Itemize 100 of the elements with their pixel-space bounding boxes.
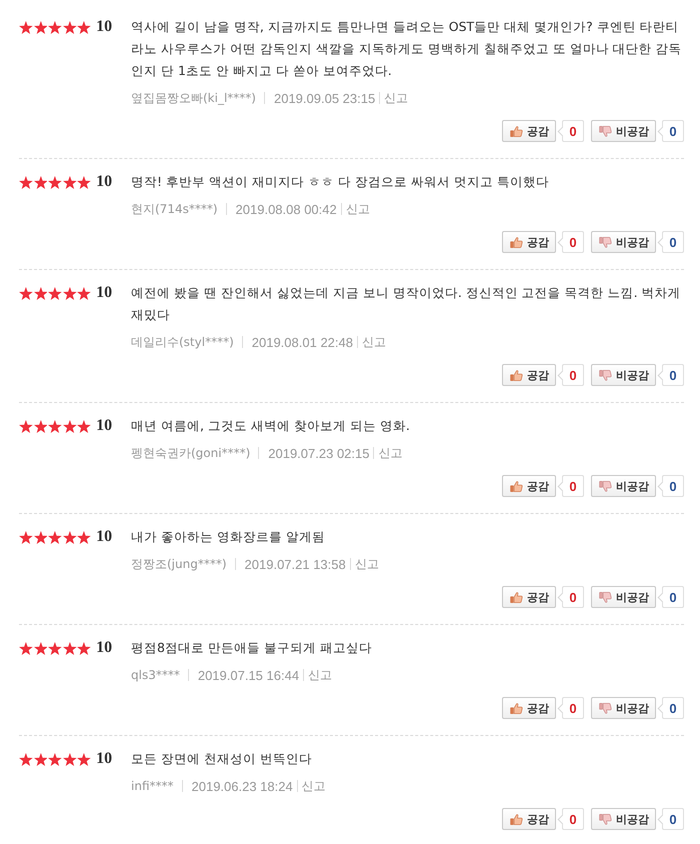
star-icon (19, 176, 33, 188)
review-date: 2019.08.08 00:42 (236, 202, 337, 216)
star-icon (48, 752, 62, 766)
star-icon (34, 642, 48, 654)
rating-score: 10 (96, 416, 112, 436)
thumbs-up-icon (510, 370, 523, 380)
rating-score: 10 (96, 283, 112, 303)
star-icon (77, 176, 92, 188)
star-icon (34, 420, 48, 432)
like-button[interactable]: 공감 (502, 697, 556, 719)
thumbs-down-icon (599, 236, 612, 248)
dislike-button[interactable]: 비공감 (591, 586, 656, 608)
thumbs-down-icon (599, 480, 612, 492)
review-date: 2019.07.23 02:15 (268, 446, 370, 460)
star-icon (19, 286, 33, 300)
author-name: 펭현숙권카(goni****) (131, 444, 250, 462)
like-button[interactable]: 공감 (502, 808, 556, 830)
dislike-count: 0 (657, 808, 684, 830)
review-text: 예전에 봤을 땐 잔인해서 싫었는데 지금 보니 명작이었다. 정신적인 고전을 목격한 느낌. 벅차게 재밌다 (131, 284, 682, 324)
dislike-count: 0 (657, 120, 684, 142)
star-icon (77, 286, 92, 300)
author-name: 옆집몸짱오빠(ki_l****) (131, 90, 256, 106)
like-count: 0 (557, 475, 584, 497)
star-icon (48, 530, 62, 544)
star-icon (62, 20, 77, 34)
dislike-count: 0 (657, 364, 684, 386)
like-button[interactable]: 공감 (502, 586, 556, 608)
review-date: 2019.09.05 23:15 (274, 90, 376, 106)
review-text: 내가 좋아하는 영화장르를 알게됨 (131, 528, 326, 546)
review-text: 평점8점대로 만든애들 불구되게 패고싶다 (131, 639, 373, 657)
dislike-count: 0 (657, 475, 684, 497)
dislike-button[interactable]: 비공감 (591, 364, 656, 386)
star-icon (77, 420, 92, 432)
thumbs-down-icon (599, 126, 612, 136)
review-date: 2019.06.23 18:24 (192, 778, 293, 794)
dislike-button[interactable]: 비공감 (591, 120, 656, 142)
review-date: 2019.07.15 16:44 (198, 668, 300, 682)
thumbs-down-icon (599, 370, 612, 380)
review-text: 매년 여름에, 그것도 새벽에 찾아보게 되는 영화. (131, 417, 411, 435)
dislike-button[interactable]: 비공감 (591, 231, 656, 253)
thumbs-up-icon (510, 126, 523, 136)
star-icon (77, 752, 92, 766)
star-icon (62, 530, 77, 544)
star-icon (19, 20, 33, 34)
rating-score: 10 (96, 749, 112, 769)
star-icon (34, 286, 48, 300)
author-name: 정짱조(jung****) (131, 556, 227, 572)
star-icon (62, 752, 77, 766)
thumbs-up-icon (510, 236, 523, 248)
star-icon (62, 286, 77, 300)
star-icon (48, 420, 62, 432)
star-icon (19, 530, 33, 544)
author-name: 현지(714s****) (131, 200, 218, 218)
star-icon (19, 420, 33, 432)
star-icon (34, 752, 48, 766)
star-icon (48, 642, 62, 654)
dislike-button[interactable]: 비공감 (591, 697, 656, 719)
dislike-button[interactable]: 비공감 (591, 475, 656, 497)
thumbs-up-icon (510, 702, 523, 714)
star-icon (62, 176, 77, 188)
like-count: 0 (557, 697, 584, 719)
author-name: 데일리수(styl****) (131, 334, 234, 350)
star-icon (48, 20, 62, 34)
like-count: 0 (557, 231, 584, 253)
star-icon (34, 20, 48, 34)
star-icon (19, 752, 33, 766)
dislike-count: 0 (657, 697, 684, 719)
like-button[interactable]: 공감 (502, 364, 556, 386)
like-button[interactable]: 공감 (502, 475, 556, 497)
rating-score: 10 (96, 527, 112, 547)
like-count: 0 (557, 808, 584, 830)
dislike-button[interactable]: 비공감 (591, 808, 656, 830)
star-icon (19, 642, 33, 654)
dislike-count: 0 (657, 586, 684, 608)
like-count: 0 (557, 120, 584, 142)
star-icon (48, 176, 62, 188)
like-count: 0 (557, 586, 584, 608)
dislike-count: 0 (657, 231, 684, 253)
star-icon (34, 530, 48, 544)
review-date: 2019.08.01 22:48 (252, 334, 353, 350)
review-date: 2019.07.21 13:58 (244, 556, 346, 572)
author-name: infi**** (131, 779, 174, 793)
author-name: qls3**** (131, 668, 180, 682)
star-icon (34, 176, 48, 188)
thumbs-down-icon (599, 814, 612, 824)
thumbs-up-icon (510, 814, 523, 824)
star-icon (77, 642, 92, 654)
review-text: 역사에 길이 남을 명작, 지금까지도 틈만나면 들려오는 OST들만 대체 몇개인가? 쿠엔틴 타란티라노 사우루스가 어떤 감독인지 색깔을 지독하게도 명백하게 칠해주었고 또 얼마나 대단한 감독인지 단 1초도 안 빠지고 다 쏟아 보여주었다. (131, 18, 683, 80)
review-text: 명작! 후반부 액션이 재미지다 ㅎㅎ 다 장검으로 싸워서 멋지고 특이했다 (131, 173, 550, 191)
star-icon (62, 642, 77, 654)
like-count: 0 (557, 364, 584, 386)
review-text: 모든 장면에 천재성이 번뜩인다 (131, 750, 313, 768)
thumbs-up-icon (510, 592, 523, 602)
thumbs-down-icon (599, 702, 612, 714)
rating-score: 10 (96, 172, 112, 192)
thumbs-down-icon (599, 592, 612, 602)
like-button[interactable]: 공감 (502, 120, 556, 142)
thumbs-up-icon (510, 480, 523, 492)
star-icon (77, 530, 92, 544)
like-button[interactable]: 공감 (502, 231, 556, 253)
